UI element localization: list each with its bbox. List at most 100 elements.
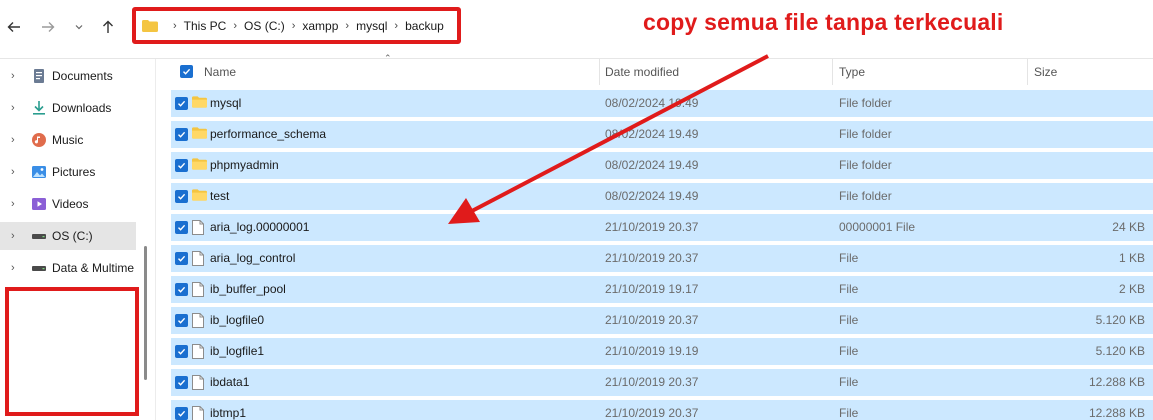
checkmark-icon bbox=[183, 68, 191, 75]
checkmark-icon bbox=[178, 100, 186, 107]
file-size: 24 KB bbox=[1112, 220, 1145, 234]
row-checkbox[interactable] bbox=[175, 252, 188, 265]
chevron-right-icon[interactable]: › bbox=[11, 230, 15, 242]
breadcrumb-mysql[interactable]: mysql bbox=[356, 19, 387, 33]
column-header-date[interactable]: Date modified bbox=[605, 59, 825, 85]
sidebar-item-label: Data & Multime bbox=[52, 261, 135, 275]
arrow-up-icon bbox=[103, 20, 113, 33]
folder-icon bbox=[192, 127, 207, 143]
breadcrumb-os-c[interactable]: OS (C:) bbox=[244, 19, 285, 33]
row-checkbox[interactable] bbox=[175, 345, 188, 358]
arrow-right-icon bbox=[42, 22, 55, 32]
pane-divider bbox=[155, 59, 156, 420]
breadcrumb-xampp[interactable]: xampp bbox=[302, 19, 338, 33]
file-name: test bbox=[210, 189, 230, 203]
column-separator[interactable] bbox=[599, 59, 600, 85]
file-date-modified: 21/10/2019 20.37 bbox=[605, 406, 699, 420]
column-header-type[interactable]: Type bbox=[839, 59, 1019, 85]
drive-icon bbox=[31, 228, 47, 244]
file-icon bbox=[192, 251, 206, 267]
sidebar-item-label: Pictures bbox=[52, 165, 96, 179]
chevron-right-icon[interactable]: › bbox=[11, 102, 15, 114]
checkmark-icon bbox=[178, 286, 186, 293]
chevron-right-icon: › bbox=[345, 19, 350, 32]
file-date-modified: 21/10/2019 19.17 bbox=[605, 282, 699, 296]
file-icon bbox=[192, 313, 206, 329]
row-checkbox[interactable] bbox=[175, 190, 188, 203]
column-header-size[interactable]: Size bbox=[1034, 59, 1144, 85]
file-type: File bbox=[839, 344, 859, 358]
sidebar-item-label: OS (C:) bbox=[52, 229, 93, 243]
column-header-name[interactable]: Name bbox=[204, 59, 594, 85]
file-size: 12.288 KB bbox=[1088, 375, 1145, 389]
chevron-right-icon: › bbox=[233, 19, 238, 32]
address-bar[interactable]: › This PC › OS (C:) › xampp › mysql › ba… bbox=[132, 7, 461, 44]
file-icon bbox=[192, 220, 206, 236]
sidebar-item[interactable]: › Downloads bbox=[0, 94, 136, 122]
file-date-modified: 21/10/2019 20.37 bbox=[605, 313, 699, 327]
chevron-right-icon[interactable]: › bbox=[11, 70, 15, 82]
row-checkbox[interactable] bbox=[175, 128, 188, 141]
drive-icon bbox=[31, 260, 47, 276]
chevron-right-icon: › bbox=[291, 19, 296, 32]
breadcrumb-this-pc[interactable]: This PC bbox=[184, 19, 227, 33]
file-size: 5.120 KB bbox=[1095, 344, 1145, 358]
recent-locations-button[interactable] bbox=[67, 15, 91, 39]
column-separator[interactable] bbox=[832, 59, 833, 85]
row-checkbox[interactable] bbox=[175, 97, 188, 110]
sidebar-item[interactable]: › Music bbox=[0, 126, 136, 154]
file-size: 1 KB bbox=[1118, 251, 1145, 265]
back-button[interactable] bbox=[2, 15, 26, 39]
chevron-right-icon[interactable]: › bbox=[11, 134, 15, 146]
file-name: phpmyadmin bbox=[210, 158, 279, 172]
chevron-right-icon: › bbox=[173, 19, 177, 32]
sidebar-item[interactable]: › Videos bbox=[0, 190, 136, 218]
sidebar-item-label: Music bbox=[52, 133, 84, 147]
sidebar-item[interactable]: › Data & Multime bbox=[0, 254, 136, 282]
file-icon bbox=[192, 406, 206, 420]
file-icon bbox=[192, 282, 206, 298]
sidebar-item[interactable]: › Documents bbox=[0, 62, 136, 90]
annotation-text: copy semua file tanpa terkecuali bbox=[643, 9, 1004, 35]
file-explorer-window: › This PC › OS (C:) › xampp › mysql › ba… bbox=[0, 0, 1153, 420]
sidebar-item[interactable]: › Pictures bbox=[0, 158, 136, 186]
row-checkbox[interactable] bbox=[175, 376, 188, 389]
chevron-right-icon[interactable]: › bbox=[11, 166, 15, 178]
chevron-right-icon[interactable]: › bbox=[11, 262, 15, 274]
select-all-checkbox[interactable] bbox=[180, 65, 193, 78]
annotation-highlight-box bbox=[5, 287, 139, 416]
file-type: File folder bbox=[839, 158, 892, 172]
chevron-down-icon bbox=[75, 25, 83, 30]
sidebar-scrollbar[interactable] bbox=[144, 246, 147, 380]
file-icon bbox=[192, 344, 206, 360]
music-icon bbox=[31, 132, 47, 148]
row-checkbox[interactable] bbox=[175, 221, 188, 234]
chevron-right-icon[interactable]: › bbox=[11, 198, 15, 210]
forward-button[interactable] bbox=[36, 15, 60, 39]
row-checkbox[interactable] bbox=[175, 314, 188, 327]
row-checkbox[interactable] bbox=[175, 407, 188, 420]
file-icon bbox=[192, 375, 206, 391]
file-name: ib_buffer_pool bbox=[210, 282, 286, 296]
file-type: File bbox=[839, 282, 859, 296]
file-size: 5.120 KB bbox=[1095, 313, 1145, 327]
file-type: File folder bbox=[839, 127, 892, 141]
file-date-modified: 21/10/2019 19.19 bbox=[605, 344, 699, 358]
column-separator[interactable] bbox=[1027, 59, 1028, 85]
file-type: File folder bbox=[839, 189, 892, 203]
file-date-modified: 08/02/2024 19.49 bbox=[605, 127, 699, 141]
up-button[interactable] bbox=[96, 15, 120, 39]
breadcrumb-backup[interactable]: backup bbox=[405, 19, 444, 33]
folder-icon bbox=[192, 96, 207, 112]
file-size: 12.288 KB bbox=[1088, 406, 1145, 420]
checkmark-icon bbox=[178, 317, 186, 324]
file-type: File bbox=[839, 375, 859, 389]
sidebar-item[interactable]: › OS (C:) bbox=[0, 222, 136, 250]
file-date-modified: 21/10/2019 20.37 bbox=[605, 375, 699, 389]
file-type: 00000001 File bbox=[839, 220, 916, 234]
row-checkbox[interactable] bbox=[175, 159, 188, 172]
checkmark-icon bbox=[178, 131, 186, 138]
folder-icon bbox=[192, 158, 207, 174]
file-name: ib_logfile1 bbox=[210, 344, 265, 358]
row-checkbox[interactable] bbox=[175, 283, 188, 296]
